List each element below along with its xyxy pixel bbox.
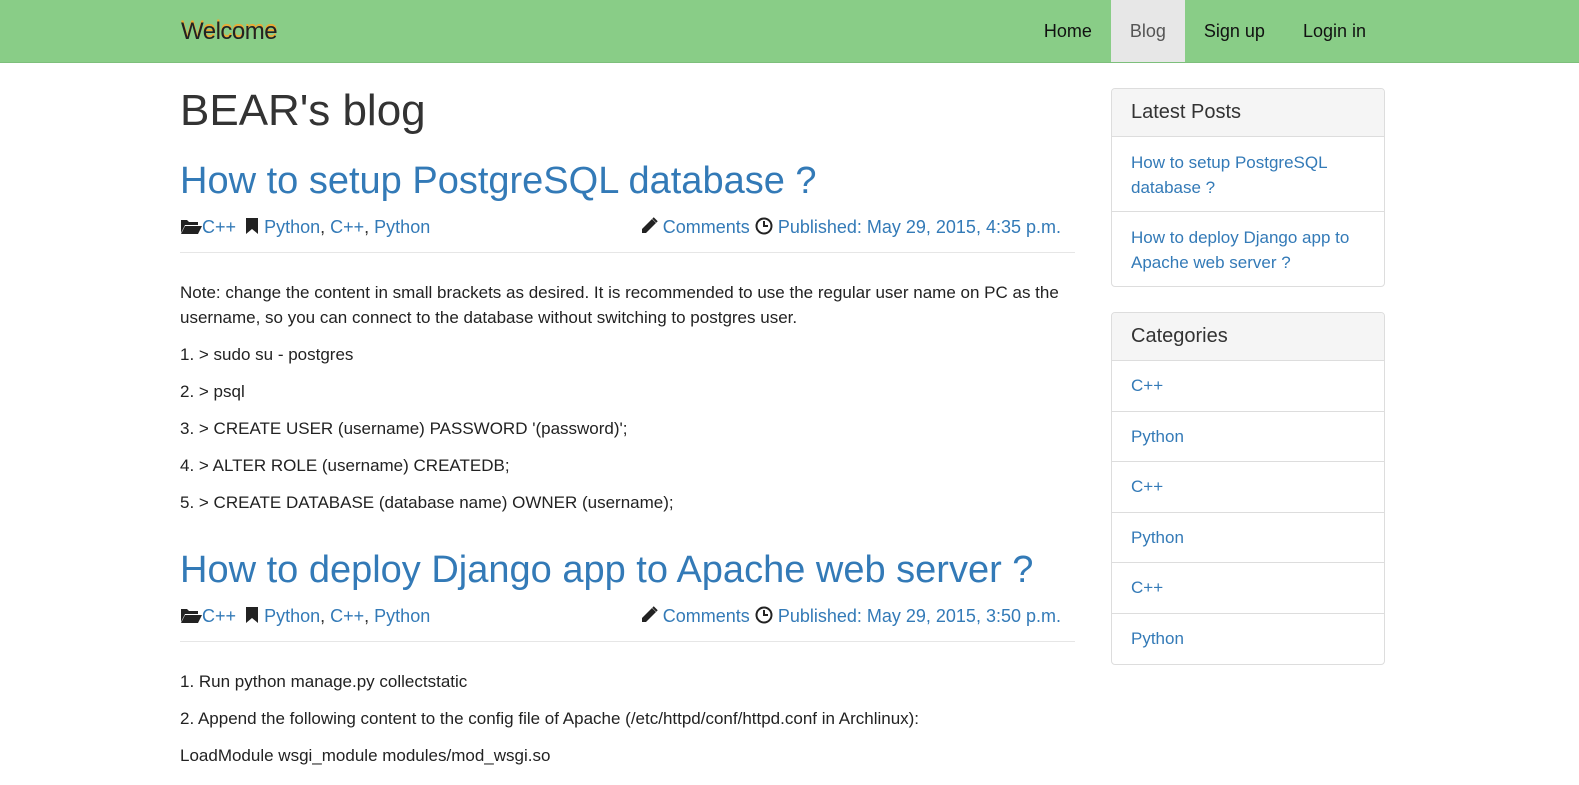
category-link[interactable]: C++ xyxy=(1112,563,1384,614)
category-link[interactable]: Python xyxy=(1112,614,1384,665)
nav-item-login[interactable]: Login in xyxy=(1284,0,1385,62)
post-comments-link[interactable]: Comments xyxy=(663,217,750,237)
post-paragraph: 1. Run python manage.py collectstatic xyxy=(180,672,468,691)
nav-item-sign-up[interactable]: Sign up xyxy=(1185,0,1284,62)
latest-post-link[interactable]: How to setup PostgreSQL database ? xyxy=(1112,137,1384,212)
post-title-link[interactable]: How to deploy Django app to Apache web s… xyxy=(180,548,1075,592)
panel-heading: Latest Posts xyxy=(1112,89,1384,137)
post-comments-link[interactable]: Comments xyxy=(663,606,750,626)
category-link[interactable]: C++ xyxy=(1112,361,1384,412)
post-paragraph: 5. > CREATE DATABASE (database name) OWN… xyxy=(180,493,674,512)
post-published-link[interactable]: Published: May 29, 2015, 4:35 p.m. xyxy=(778,217,1061,237)
folder-open-icon xyxy=(180,606,202,629)
folder-open-icon xyxy=(180,217,202,240)
post-paragraph: LoadModule wsgi_module modules/mod_wsgi.… xyxy=(180,746,551,765)
post-tag-link[interactable]: Python xyxy=(264,606,320,626)
post-meta: C++ Python, C++, Python Comments Publish… xyxy=(180,216,1075,246)
post-paragraph: 2. Append the following content to the c… xyxy=(180,709,920,728)
divider xyxy=(180,252,1075,253)
post-paragraph: Note: change the content in small bracke… xyxy=(180,283,1059,327)
post-published-link[interactable]: Published: May 29, 2015, 3:50 p.m. xyxy=(778,606,1061,626)
pencil-icon xyxy=(640,606,658,629)
nav-menu: Home Blog Sign up Login in xyxy=(1025,0,1385,62)
panel-heading: Categories xyxy=(1112,313,1384,361)
page-title: BEAR's blog xyxy=(180,86,426,135)
blog-post: How to setup PostgreSQL database ? C++ P… xyxy=(180,159,1075,527)
nav-item-blog[interactable]: Blog xyxy=(1110,0,1185,62)
latest-posts-panel: Latest Posts How to setup PostgreSQL dat… xyxy=(1111,88,1385,287)
post-tag-link[interactable]: C++ xyxy=(330,606,364,626)
post-body: 1. Run python manage.py collectstatic 2.… xyxy=(180,669,1075,768)
bookmark-icon xyxy=(245,217,259,240)
nav-item-home[interactable]: Home xyxy=(1025,0,1111,62)
category-link[interactable]: C++ xyxy=(1112,462,1384,513)
blog-post: How to deploy Django app to Apache web s… xyxy=(180,548,1075,780)
category-link[interactable]: Python xyxy=(1112,513,1384,563)
navbar: Welcome Home Blog Sign up Login in xyxy=(0,0,1579,63)
clock-icon xyxy=(755,606,773,629)
divider xyxy=(180,641,1075,642)
post-paragraph: 1. > sudo su - postgres xyxy=(180,345,354,364)
post-tag-link[interactable]: Python xyxy=(264,217,320,237)
bookmark-icon xyxy=(245,606,259,629)
post-paragraph: 4. > ALTER ROLE (username) CREATEDB; xyxy=(180,456,510,475)
post-paragraph: 2. > psql xyxy=(180,382,245,401)
post-body: Note: change the content in small bracke… xyxy=(180,280,1075,515)
post-tag-link[interactable]: Python xyxy=(374,217,430,237)
post-tag-link[interactable]: C++ xyxy=(330,217,364,237)
post-title-link[interactable]: How to setup PostgreSQL database ? xyxy=(180,159,1075,203)
pencil-icon xyxy=(640,217,658,240)
categories-panel: Categories C++ Python C++ Python C++ Pyt… xyxy=(1111,312,1385,665)
clock-icon xyxy=(755,217,773,240)
latest-post-link[interactable]: How to deploy Django app to Apache web s… xyxy=(1112,212,1384,286)
post-meta: C++ Python, C++, Python Comments Publish… xyxy=(180,605,1075,635)
post-category-link[interactable]: C++ xyxy=(202,217,236,237)
post-paragraph: 3. > CREATE USER (username) PASSWORD '(p… xyxy=(180,419,628,438)
post-tag-link[interactable]: Python xyxy=(374,606,430,626)
category-link[interactable]: Python xyxy=(1112,412,1384,462)
brand-link[interactable]: Welcome xyxy=(181,18,278,46)
post-category-link[interactable]: C++ xyxy=(202,606,236,626)
